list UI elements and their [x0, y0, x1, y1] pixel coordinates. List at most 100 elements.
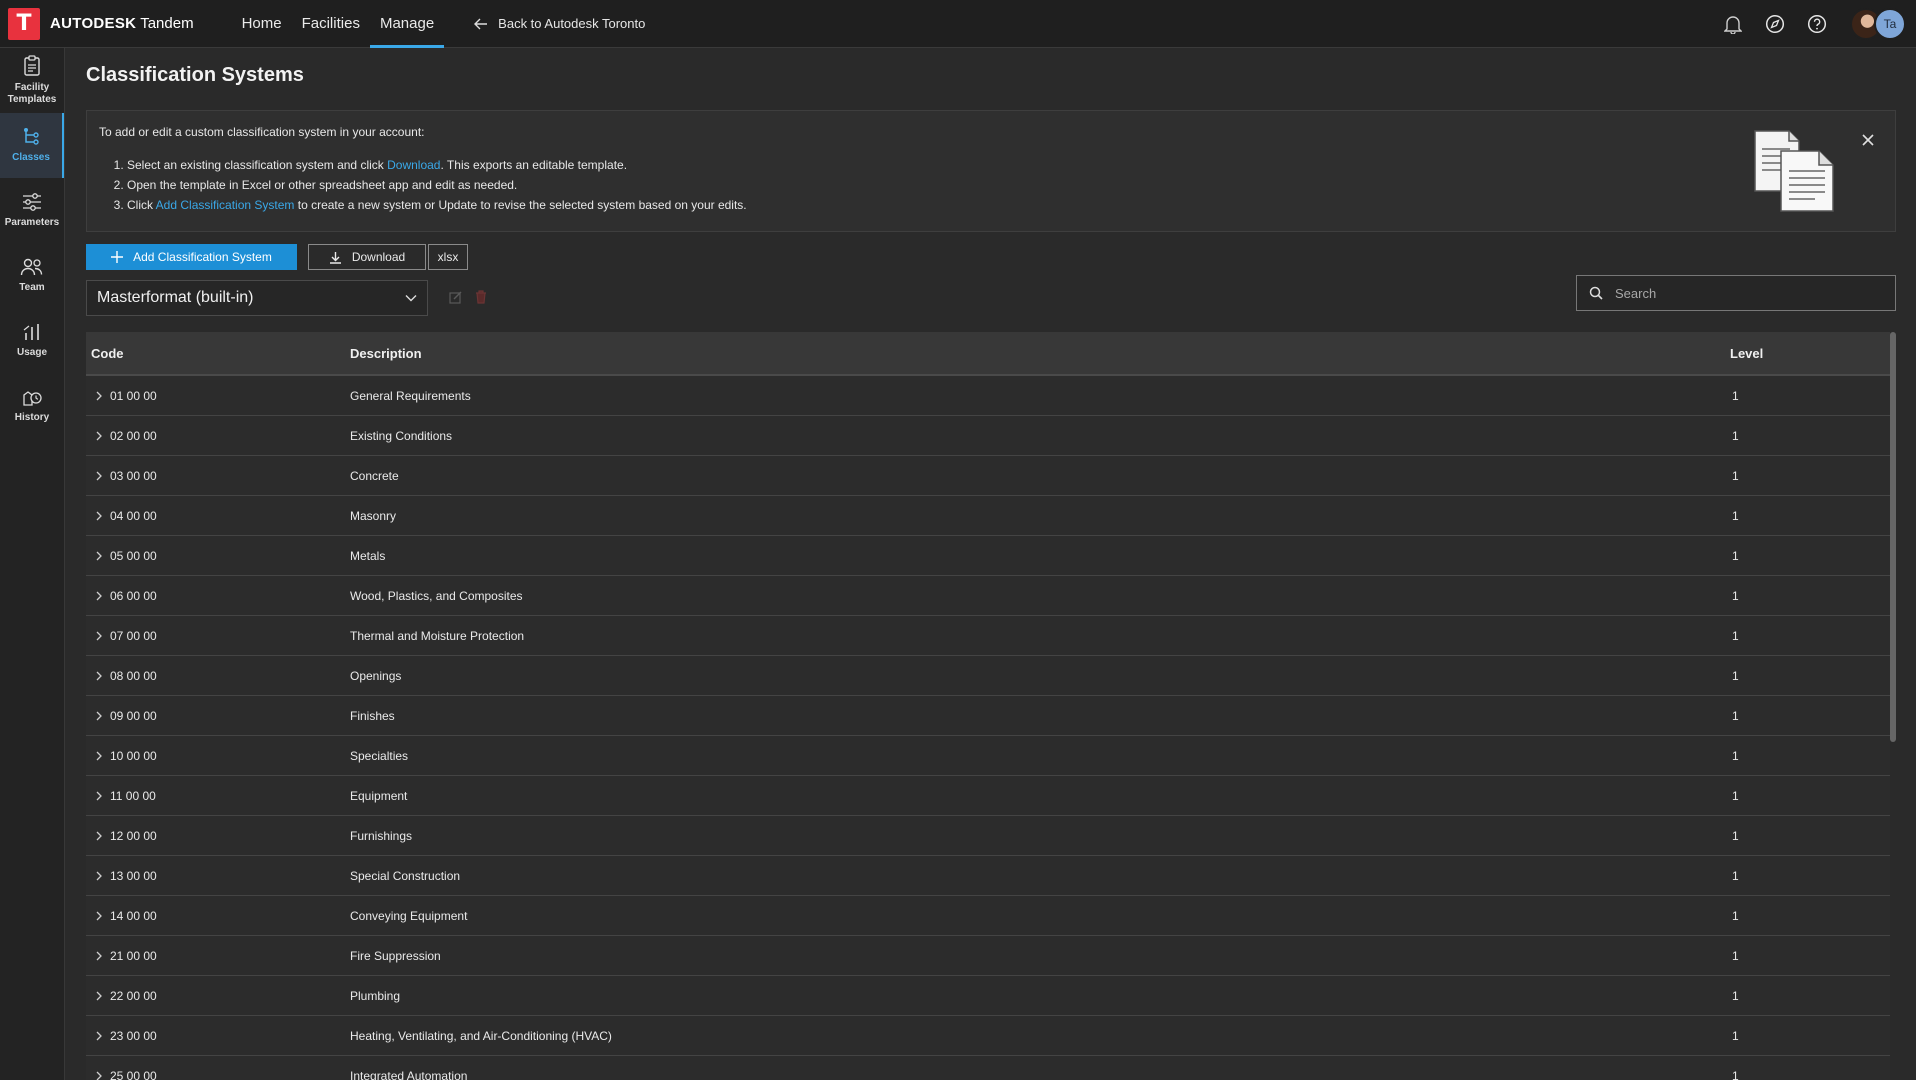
- row-code-cell: 23 00 00: [86, 1029, 346, 1043]
- row-code: 10 00 00: [110, 748, 157, 763]
- table-row[interactable]: 02 00 00 Existing Conditions 1: [86, 416, 1890, 456]
- compass-icon[interactable]: [1764, 13, 1786, 35]
- row-description: Concrete: [350, 468, 399, 483]
- format-xlsx-button[interactable]: xlsx: [428, 244, 468, 270]
- trash-icon[interactable]: [475, 290, 487, 304]
- download-button[interactable]: Download: [308, 244, 426, 270]
- table-row[interactable]: 13 00 00 Special Construction 1: [86, 856, 1890, 896]
- tandem-logo-icon[interactable]: T: [8, 7, 40, 40]
- chevron-right-icon[interactable]: [96, 871, 102, 881]
- table-scrollbar[interactable]: [1890, 332, 1896, 742]
- chevron-right-icon[interactable]: [96, 671, 102, 681]
- chevron-right-icon[interactable]: [96, 791, 102, 801]
- row-code-cell: 25 00 00: [86, 1069, 346, 1080]
- add-button-label: Add Classification System: [133, 250, 272, 264]
- sidebar-item-classes[interactable]: Classes: [0, 113, 64, 178]
- nav-manage[interactable]: Manage: [369, 0, 445, 48]
- chevron-right-icon[interactable]: [96, 591, 102, 601]
- row-level: 1: [1732, 668, 1739, 683]
- chevron-right-icon[interactable]: [96, 991, 102, 1001]
- help-icon[interactable]: [1806, 13, 1828, 35]
- download-link[interactable]: Download: [387, 158, 440, 172]
- chevron-right-icon[interactable]: [96, 1031, 102, 1041]
- sidebar-item-parameters[interactable]: Parameters: [0, 178, 64, 243]
- table-row[interactable]: 14 00 00 Conveying Equipment 1: [86, 896, 1890, 936]
- search-field[interactable]: [1576, 275, 1896, 311]
- add-classification-system-button[interactable]: Add Classification System: [86, 244, 297, 270]
- sidebar-item-team[interactable]: Team: [0, 243, 64, 308]
- table-row[interactable]: 05 00 00 Metals 1: [86, 536, 1890, 576]
- row-code: 02 00 00: [110, 428, 157, 443]
- row-description: Integrated Automation: [350, 1068, 468, 1080]
- row-code: 21 00 00: [110, 948, 157, 963]
- table-row[interactable]: 12 00 00 Furnishings 1: [86, 816, 1890, 856]
- row-level: 1: [1732, 748, 1739, 763]
- chevron-right-icon[interactable]: [96, 1071, 102, 1080]
- table-row[interactable]: 22 00 00 Plumbing 1: [86, 976, 1890, 1016]
- row-code-cell: 14 00 00: [86, 909, 346, 923]
- chevron-right-icon[interactable]: [96, 391, 102, 401]
- table-row[interactable]: 09 00 00 Finishes 1: [86, 696, 1890, 736]
- chevron-right-icon[interactable]: [96, 831, 102, 841]
- chevron-right-icon[interactable]: [96, 751, 102, 761]
- row-level: 1: [1732, 428, 1739, 443]
- column-header-level[interactable]: Level: [1726, 346, 1886, 361]
- row-code: 05 00 00: [110, 548, 157, 563]
- chevron-right-icon[interactable]: [96, 951, 102, 961]
- column-header-description[interactable]: Description: [346, 346, 1726, 361]
- table-row[interactable]: 08 00 00 Openings 1: [86, 656, 1890, 696]
- row-code: 04 00 00: [110, 508, 157, 523]
- row-level: 1: [1732, 908, 1739, 923]
- selected-system-value: Masterformat (built-in): [97, 289, 254, 306]
- row-code: 23 00 00: [110, 1028, 157, 1043]
- row-code: 01 00 00: [110, 388, 157, 403]
- row-level: 1: [1732, 588, 1739, 603]
- instructions-intro: To add or edit a custom classification s…: [99, 125, 425, 139]
- table-row[interactable]: 06 00 00 Wood, Plastics, and Composites …: [86, 576, 1890, 616]
- avatar-initials[interactable]: Ta: [1874, 7, 1906, 40]
- column-header-code[interactable]: Code: [86, 346, 346, 361]
- classification-table: Code Description Level 01 00 00 General …: [86, 332, 1896, 1080]
- row-level: 1: [1732, 828, 1739, 843]
- table-row[interactable]: 10 00 00 Specialties 1: [86, 736, 1890, 776]
- nav-home[interactable]: Home: [232, 0, 292, 48]
- chevron-right-icon[interactable]: [96, 631, 102, 641]
- search-input[interactable]: [1615, 285, 1875, 301]
- table-row[interactable]: 21 00 00 Fire Suppression 1: [86, 936, 1890, 976]
- chevron-right-icon[interactable]: [96, 471, 102, 481]
- table-row[interactable]: 03 00 00 Concrete 1: [86, 456, 1890, 496]
- table-row[interactable]: 23 00 00 Heating, Ventilating, and Air-C…: [86, 1016, 1890, 1056]
- back-to-facility-link[interactable]: Back to Autodesk Toronto: [474, 16, 645, 31]
- chevron-right-icon[interactable]: [96, 711, 102, 721]
- table-row[interactable]: 07 00 00 Thermal and Moisture Protection…: [86, 616, 1890, 656]
- top-bar: T AUTODESK Tandem Home Facilities Manage…: [0, 0, 1916, 48]
- add-classification-link[interactable]: Add Classification System: [156, 198, 295, 212]
- user-avatars[interactable]: Ta: [1850, 7, 1906, 40]
- row-description: Fire Suppression: [350, 948, 441, 963]
- chevron-right-icon[interactable]: [96, 431, 102, 441]
- edit-icon[interactable]: [449, 290, 463, 304]
- row-level: 1: [1732, 868, 1739, 883]
- table-row[interactable]: 04 00 00 Masonry 1: [86, 496, 1890, 536]
- chevron-right-icon[interactable]: [96, 551, 102, 561]
- close-icon[interactable]: [1859, 131, 1877, 149]
- table-row[interactable]: 11 00 00 Equipment 1: [86, 776, 1890, 816]
- brand-name-rest: Tandem: [136, 15, 194, 32]
- row-code: 08 00 00: [110, 668, 157, 683]
- table-row[interactable]: 01 00 00 General Requirements 1: [86, 376, 1890, 416]
- nav-facilities[interactable]: Facilities: [292, 0, 370, 48]
- row-code: 11 00 00: [110, 788, 156, 803]
- sidebar-item-facility-templates[interactable]: Facility Templates: [0, 48, 64, 113]
- sidebar-item-usage[interactable]: Usage: [0, 308, 64, 373]
- row-code: 25 00 00: [110, 1068, 157, 1080]
- chevron-right-icon[interactable]: [96, 911, 102, 921]
- row-level: 1: [1732, 1028, 1739, 1043]
- sliders-icon: [23, 193, 41, 211]
- row-level: 1: [1732, 708, 1739, 723]
- bell-icon[interactable]: [1722, 13, 1744, 35]
- table-row[interactable]: 25 00 00 Integrated Automation 1: [86, 1056, 1890, 1080]
- classification-system-select[interactable]: Masterformat (built-in): [86, 280, 428, 316]
- chevron-right-icon[interactable]: [96, 511, 102, 521]
- sidebar-item-history[interactable]: History: [0, 373, 64, 438]
- instructions-steps: Select an existing classification system…: [127, 155, 747, 215]
